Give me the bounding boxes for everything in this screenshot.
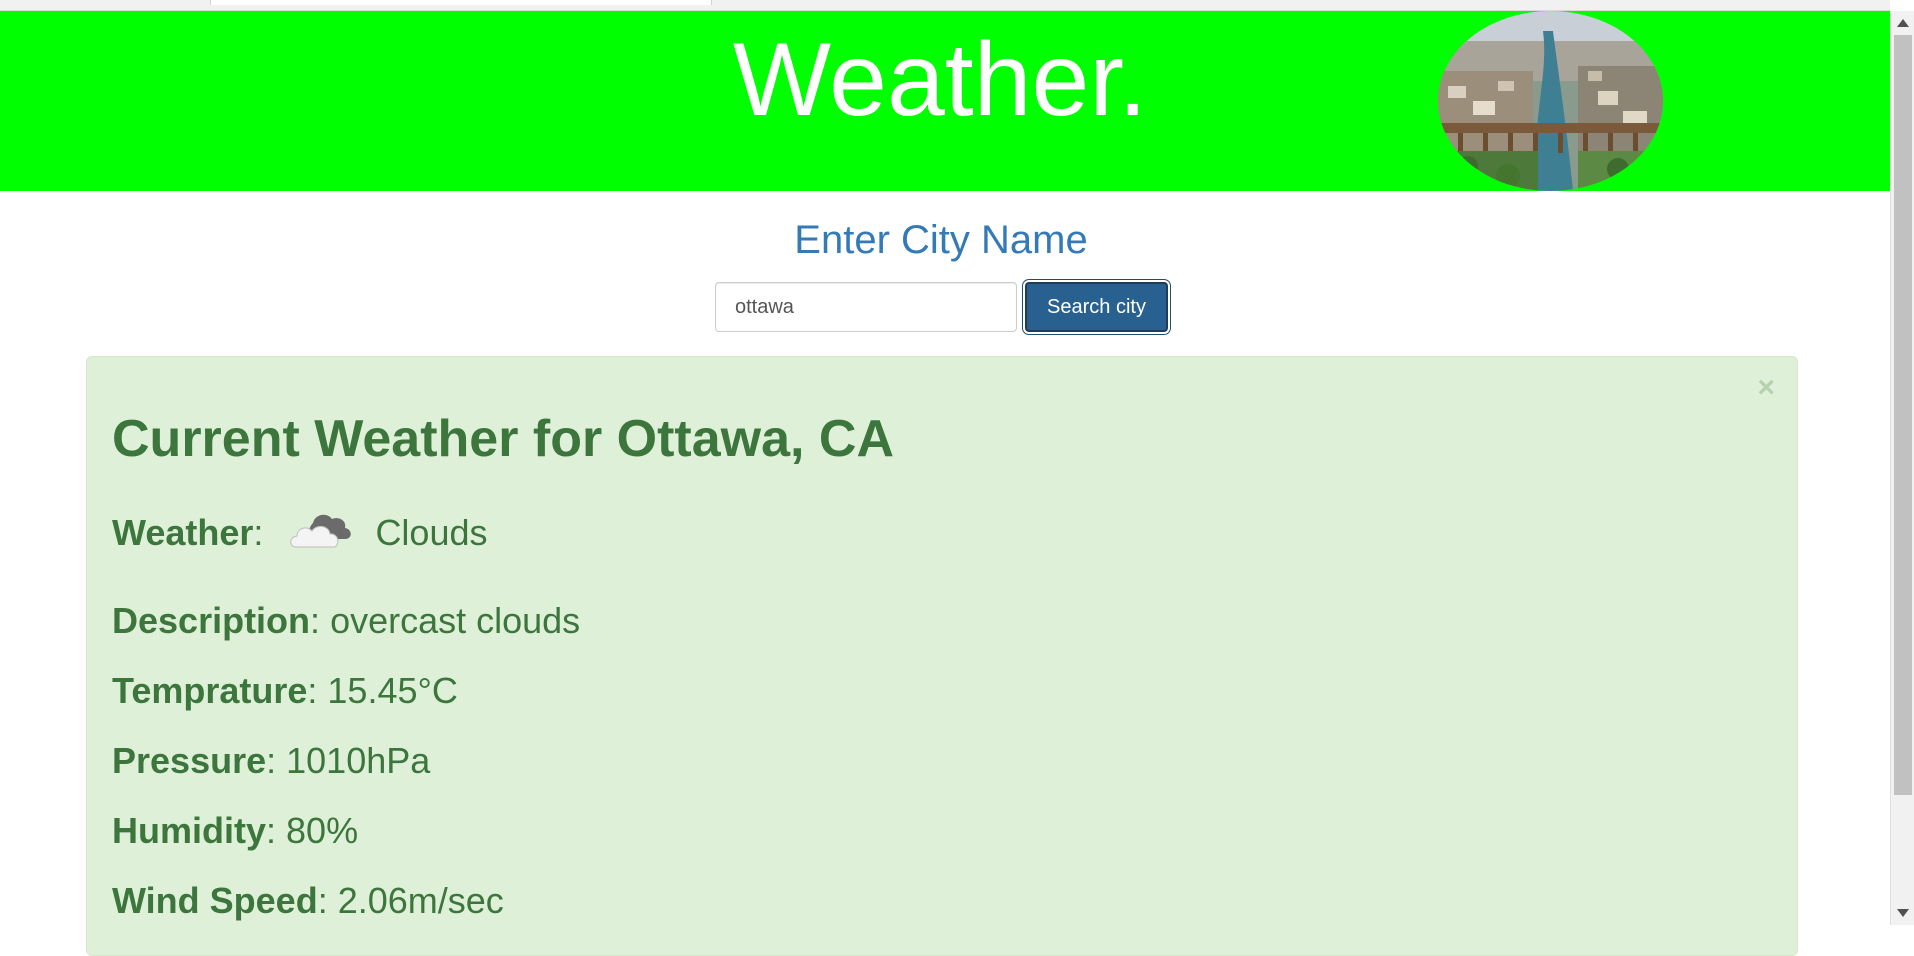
search-city-button[interactable]: Search city	[1025, 282, 1168, 332]
city-search-input[interactable]	[715, 282, 1017, 332]
humidity-label: Humidity	[112, 810, 267, 851]
temperature-row: Temprature: 15.45°C	[112, 670, 458, 711]
site-header: Weather.	[0, 11, 1890, 191]
close-icon[interactable]: ×	[1757, 373, 1775, 403]
wind-speed-row: Wind Speed: 2.06m/sec	[112, 880, 504, 921]
browser-top-edge	[0, 0, 1890, 11]
scroll-down-arrow-icon[interactable]	[1897, 909, 1909, 917]
pressure-label: Pressure	[112, 740, 267, 781]
weather-row: Weather: Clouds	[112, 509, 488, 562]
search-heading: Enter City Name	[794, 218, 1088, 262]
result-title: Current Weather for Ottawa, CA	[112, 410, 895, 468]
humidity-value: 80%	[286, 810, 359, 851]
weather-result-panel: × Current Weather for Ottawa, CA Weather…	[86, 356, 1798, 956]
vertical-scrollbar[interactable]	[1890, 11, 1914, 925]
weather-label: Weather	[112, 512, 254, 554]
city-aerial-image	[1438, 11, 1663, 191]
description-label: Description	[112, 600, 311, 641]
temperature-label: Temprature	[112, 670, 308, 711]
browser-tab-edge	[210, 0, 712, 5]
weather-value: Clouds	[375, 512, 488, 554]
scrollbar-thumb[interactable]	[1894, 35, 1912, 795]
humidity-row: Humidity: 80%	[112, 810, 359, 851]
wind-speed-label: Wind Speed	[112, 880, 318, 921]
description-row: Description: overcast clouds	[112, 600, 581, 641]
wind-speed-value: 2.06m/sec	[337, 880, 504, 921]
city-photo	[1438, 11, 1663, 191]
clouds-icon	[289, 509, 355, 562]
pressure-value: 1010hPa	[286, 740, 431, 781]
temperature-value: 15.45°C	[327, 670, 458, 711]
description-value: overcast clouds	[330, 600, 581, 641]
pressure-row: Pressure: 1010hPa	[112, 740, 431, 781]
scroll-up-arrow-icon[interactable]	[1897, 19, 1909, 27]
